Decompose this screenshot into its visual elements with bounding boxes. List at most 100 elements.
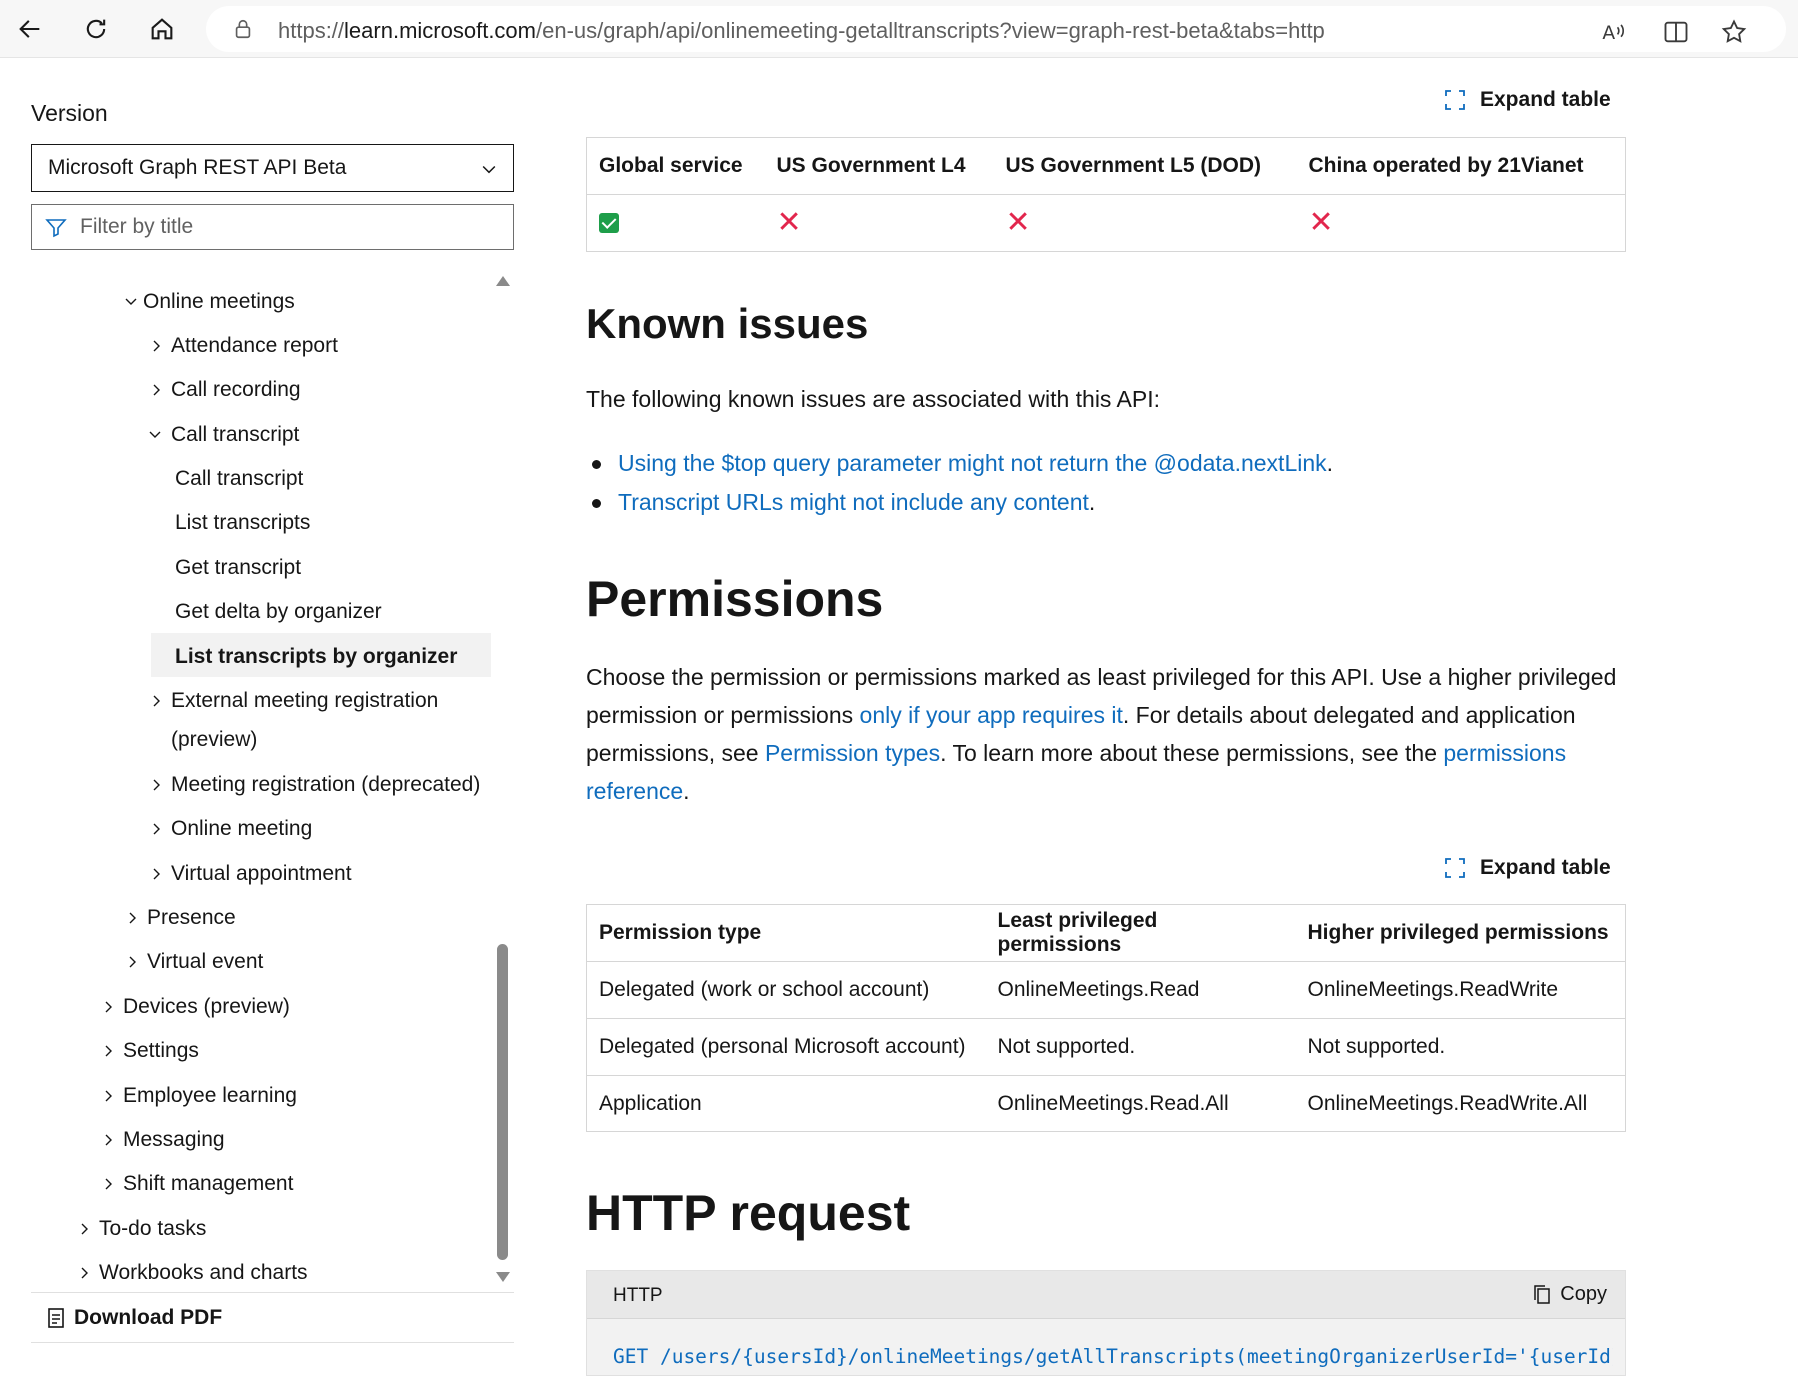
list-item: Using the $top query parameter might not… — [591, 444, 1333, 483]
table-cell: ✕ — [993, 194, 1297, 252]
table-header-row: Permission type Least privileged permiss… — [586, 904, 1626, 962]
toc-item-settings[interactable]: Settings — [103, 1037, 199, 1065]
toc-item-external-meeting-registration[interactable]: External meeting registration — [151, 687, 438, 715]
expand-table-button[interactable]: Expand table — [1444, 856, 1611, 880]
toc-item-meeting-registration[interactable]: Meeting registration (deprecated) — [151, 771, 480, 799]
table-of-contents: Online meetings Attendance report Call r… — [31, 258, 491, 1288]
toc-item-messaging[interactable]: Messaging — [103, 1126, 225, 1154]
filter-placeholder: Filter by title — [80, 215, 194, 238]
toc-item-get-transcript[interactable]: Get transcript — [175, 554, 301, 582]
chevron-down-icon — [125, 298, 137, 305]
toc-label: (preview) — [171, 728, 258, 751]
scroll-down-arrow-icon[interactable] — [496, 1272, 510, 1282]
home-button[interactable] — [140, 8, 184, 50]
chevron-right-icon — [153, 868, 160, 880]
toc-label: Attendance report — [171, 334, 338, 357]
url-text[interactable]: https://learn.microsoft.com/en-us/graph/… — [278, 18, 1325, 44]
scroll-up-arrow-icon[interactable] — [496, 276, 510, 286]
known-issue-link-transcript-urls[interactable]: Transcript URLs might not include any co… — [618, 489, 1089, 515]
toc-item-call-recording[interactable]: Call recording — [151, 376, 301, 404]
table-cell: OnlineMeetings.Read — [985, 961, 1296, 1019]
favorite-star-icon[interactable] — [1720, 18, 1748, 46]
pdf-document-icon — [48, 1308, 64, 1328]
list-item-suffix: . — [1088, 489, 1096, 515]
filter-input[interactable]: Filter by title — [31, 204, 514, 250]
toc-item-employee-learning[interactable]: Employee learning — [103, 1082, 297, 1110]
toc-label: Settings — [123, 1039, 199, 1062]
toc-item-list-transcripts[interactable]: List transcripts — [175, 509, 310, 537]
toc-item-call-transcript[interactable]: Call transcript — [175, 465, 303, 493]
table-cell: ✕ — [764, 194, 994, 252]
toc-item-online-meetings[interactable]: Online meetings — [125, 288, 295, 316]
toc-clipped-item — [127, 258, 132, 266]
code-language-label: HTTP — [613, 1285, 663, 1306]
only-if-your-app-requires-it-link[interactable]: only if your app requires it — [860, 702, 1123, 728]
url-path: /en-us/graph/api/onlinemeeting-getalltra… — [536, 18, 1325, 43]
toc-item-attendance-report[interactable]: Attendance report — [151, 332, 338, 360]
toc-item-virtual-event[interactable]: Virtual event — [127, 948, 263, 976]
table-header-row: Global service US Government L4 US Gover… — [586, 137, 1626, 195]
arrow-left-icon — [19, 20, 40, 38]
column-header: US Government L4 — [764, 137, 994, 195]
toc-item-get-delta-by-organizer[interactable]: Get delta by organizer — [175, 598, 382, 626]
toc-item-external-meeting-registration-cont[interactable]: (preview) — [171, 726, 257, 754]
download-pdf-link[interactable]: Download PDF — [46, 1306, 222, 1330]
cross-icon: ✕ — [1005, 206, 1031, 239]
toc-label: Shift management — [123, 1172, 294, 1195]
toc-item-devices-preview[interactable]: Devices (preview) — [103, 993, 290, 1021]
immersive-reader-icon[interactable] — [1662, 18, 1690, 46]
paragraph-text: . — [683, 778, 690, 804]
chevron-right-icon — [153, 823, 160, 835]
address-bar[interactable]: https://learn.microsoft.com/en-us/graph/… — [206, 6, 1786, 52]
read-aloud-icon[interactable]: A — [1600, 18, 1628, 46]
table-cell — [586, 194, 765, 252]
toc-label: Virtual appointment — [171, 862, 352, 885]
expand-table-button[interactable]: Expand table — [1444, 88, 1611, 112]
toc-item-shift-management[interactable]: Shift management — [103, 1170, 293, 1198]
chevron-down-icon — [149, 431, 161, 438]
column-header: Least privileged permissions — [985, 904, 1296, 962]
toc-label: Call transcript — [175, 467, 304, 490]
permissions-heading: Permissions — [586, 571, 884, 627]
toc-label: To-do tasks — [99, 1217, 207, 1240]
table-row: Delegated (personal Microsoft account) N… — [586, 1018, 1626, 1076]
known-issues-list: Using the $top query parameter might not… — [591, 444, 1333, 522]
chevron-right-icon — [129, 956, 136, 968]
paragraph-text: . To learn more about these permissions,… — [940, 740, 1444, 766]
svg-text:A: A — [1602, 23, 1615, 44]
toc-item-list-transcripts-by-organizer[interactable]: List transcripts by organizer — [175, 643, 457, 671]
sidebar-divider — [31, 1342, 514, 1343]
column-header: Higher privileged permissions — [1295, 904, 1626, 962]
toc-label: Get delta by organizer — [175, 600, 382, 623]
lock-icon[interactable] — [232, 18, 254, 40]
toc-item-todo-tasks[interactable]: To-do tasks — [79, 1215, 206, 1243]
copy-button[interactable]: Copy — [1532, 1283, 1607, 1306]
chevron-right-icon — [105, 1045, 112, 1057]
refresh-button[interactable] — [74, 8, 118, 50]
table-cell: OnlineMeetings.ReadWrite — [1295, 961, 1626, 1019]
code-line[interactable]: GET /users/{usersId}/onlineMeetings/getA… — [613, 1345, 1613, 1368]
chevron-right-icon — [129, 912, 136, 924]
column-header: Permission type — [586, 904, 986, 962]
back-button[interactable] — [8, 8, 52, 50]
column-header: Global service — [586, 137, 765, 195]
version-select[interactable]: Microsoft Graph REST API Beta — [31, 144, 514, 192]
toc-item-presence[interactable]: Presence — [127, 904, 236, 932]
copy-label: Copy — [1560, 1283, 1607, 1305]
cross-icon: ✕ — [1308, 206, 1334, 239]
expand-table-label: Expand table — [1480, 856, 1611, 879]
toc-label: External meeting registration — [171, 689, 439, 712]
permission-types-link[interactable]: Permission types — [765, 740, 940, 766]
chevron-right-icon — [153, 779, 160, 791]
toc-label: Messaging — [123, 1128, 225, 1151]
toc-item-online-meeting[interactable]: Online meeting — [151, 815, 312, 843]
toc-item-workbooks-and-charts[interactable]: Workbooks and charts — [79, 1259, 308, 1287]
column-header: China operated by 21Vianet — [1296, 137, 1626, 195]
toc-scrollbar-thumb[interactable] — [497, 944, 508, 1260]
known-issues-heading: Known issues — [586, 300, 869, 347]
toc-item-call-transcript-group[interactable]: Call transcript — [149, 421, 299, 449]
chevron-right-icon — [153, 384, 160, 396]
known-issues-intro: The following known issues are associate… — [586, 386, 1161, 412]
toc-item-virtual-appointment[interactable]: Virtual appointment — [151, 860, 352, 888]
known-issue-link-top-param[interactable]: Using the $top query parameter might not… — [618, 450, 1327, 476]
